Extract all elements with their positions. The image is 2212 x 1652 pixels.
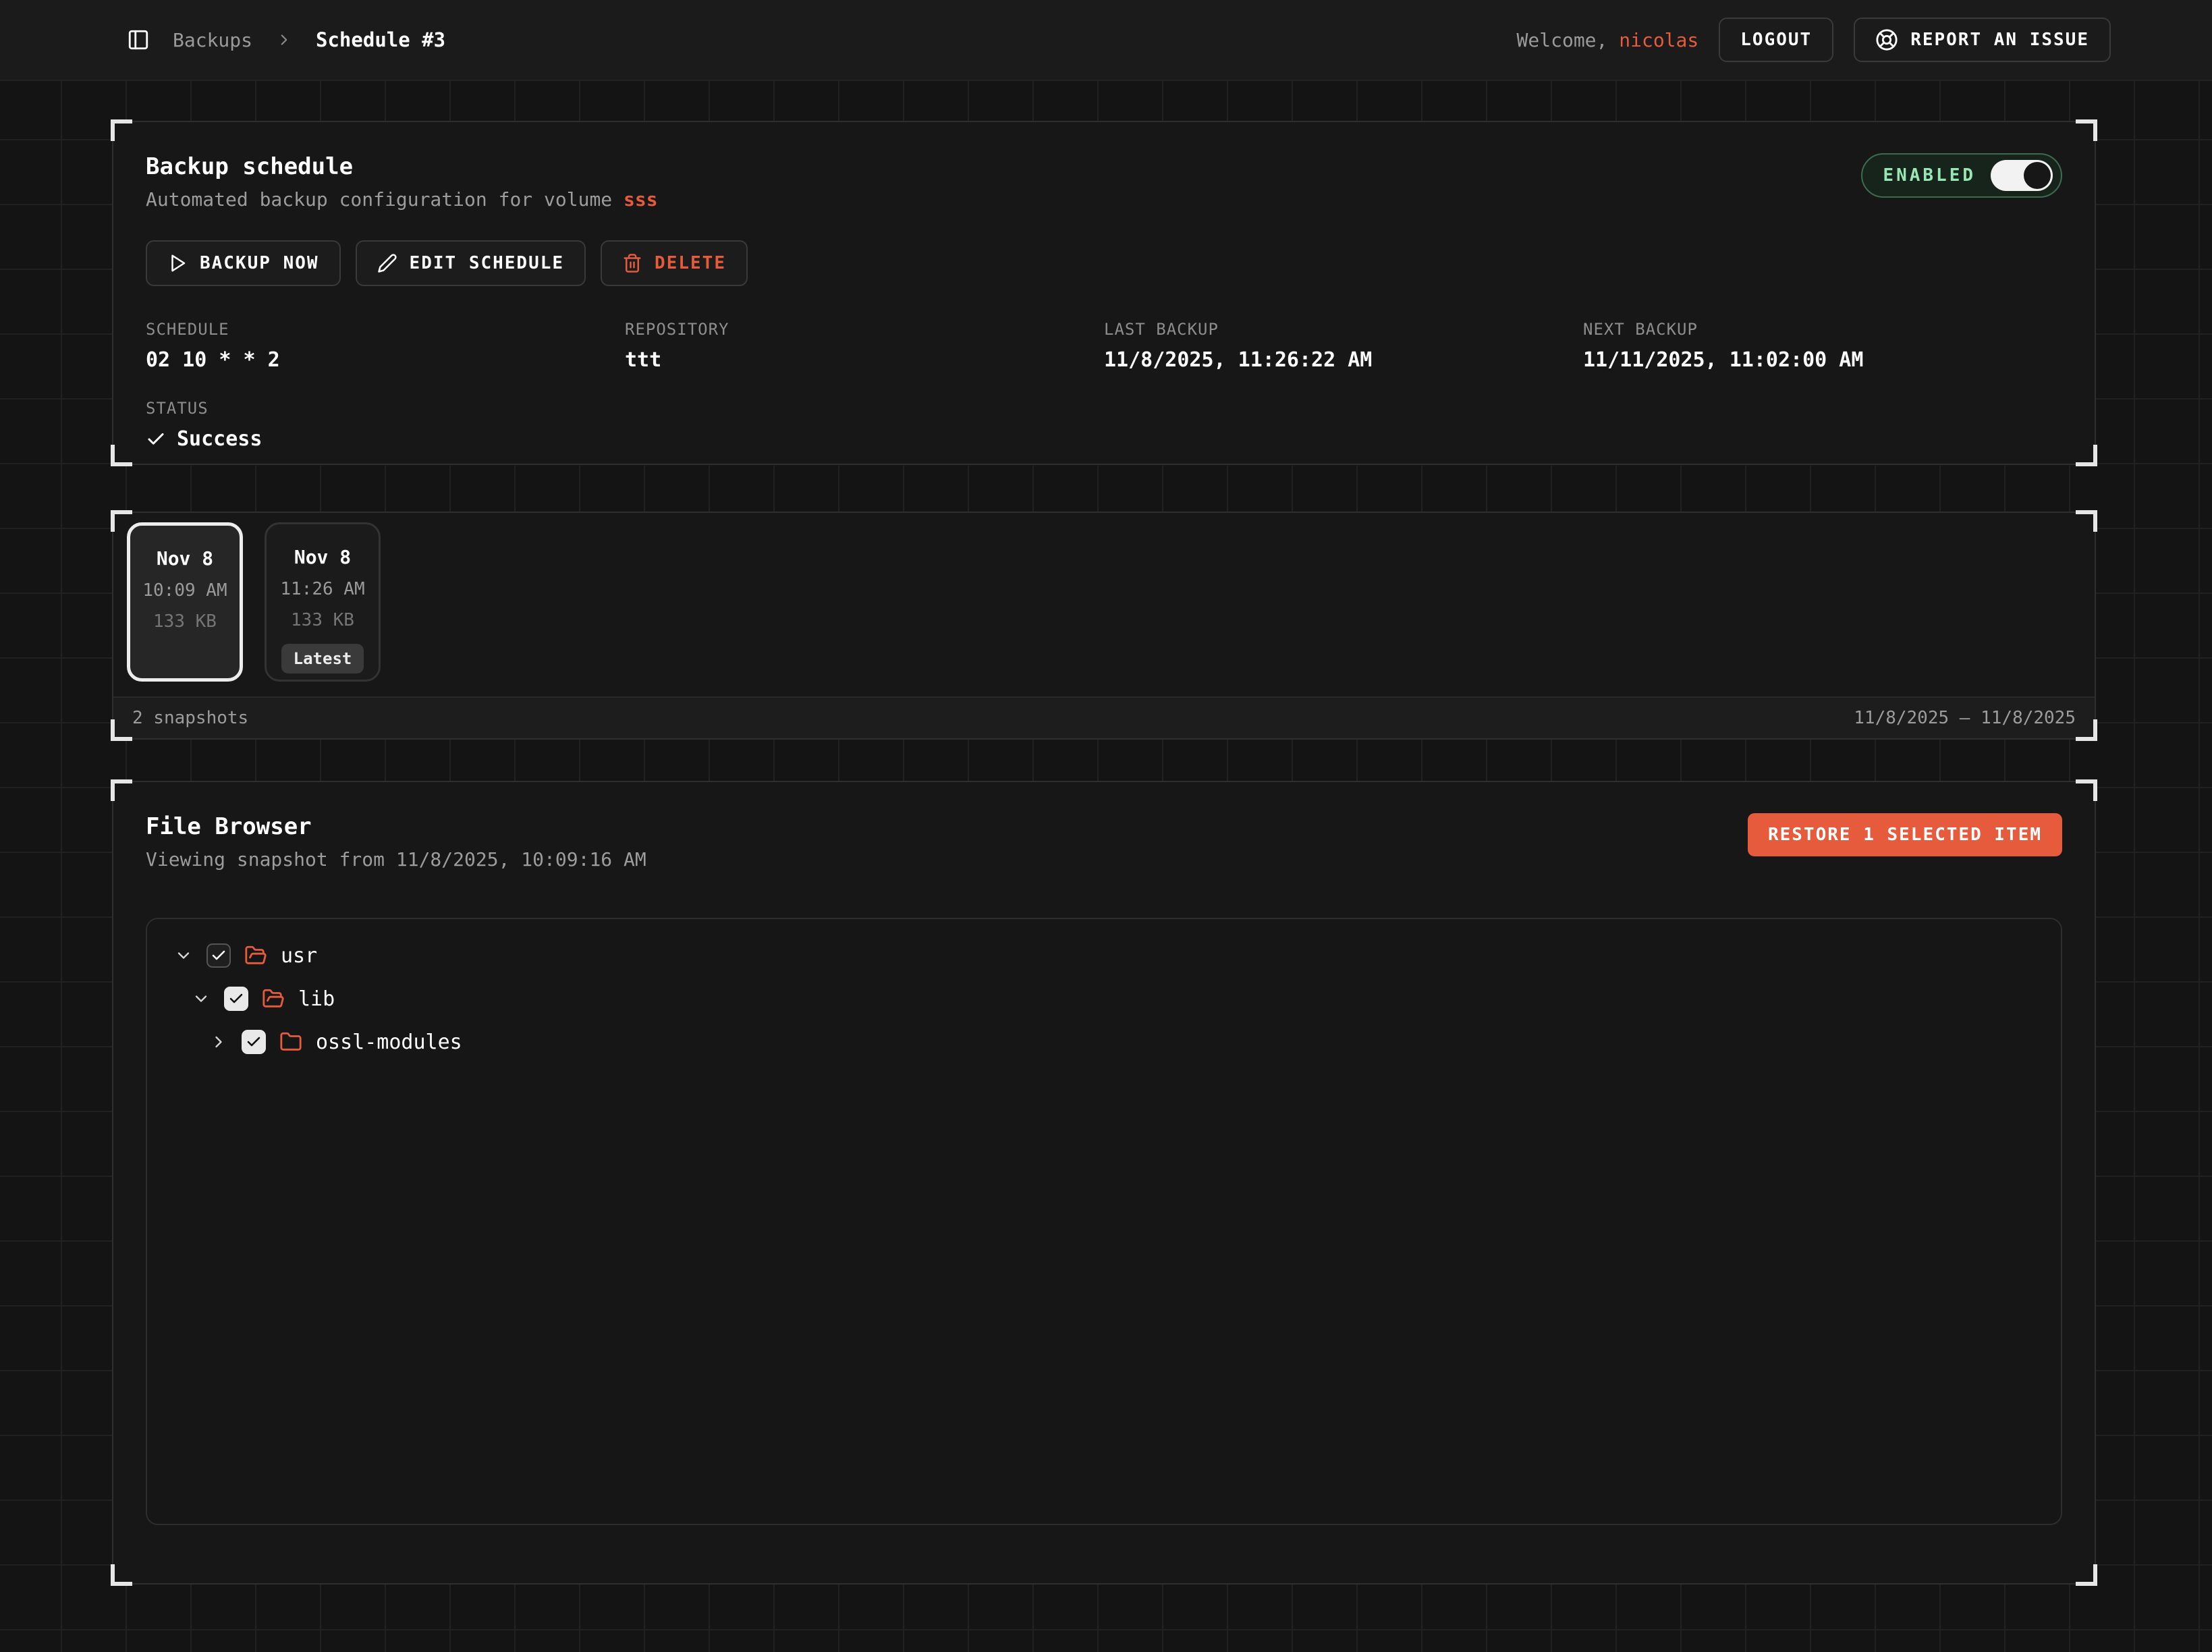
corner-bracket	[2076, 445, 2097, 466]
chevron-down-icon[interactable]	[174, 946, 193, 965]
checkbox-lib[interactable]	[224, 987, 248, 1011]
corner-bracket	[111, 779, 132, 801]
backup-now-button[interactable]: BACKUP NOW	[146, 240, 341, 286]
field-repository: REPOSITORY ttt	[625, 320, 1104, 372]
folder-open-icon	[244, 944, 267, 967]
volume-name: sss	[624, 188, 658, 211]
tree-row-ossl-modules[interactable]: ossl-modules	[147, 1020, 2061, 1064]
delete-button[interactable]: DELETE	[601, 240, 748, 286]
toggle-knob	[2024, 162, 2051, 189]
corner-bracket	[2076, 719, 2097, 741]
corner-bracket	[2076, 510, 2097, 532]
corner-bracket	[111, 445, 132, 466]
life-buoy-icon	[1875, 28, 1898, 51]
snapshot-count: 2 snapshots	[132, 708, 248, 728]
snapshot-tile[interactable]: Nov 8 11:26 AM 133 KB Latest	[265, 522, 381, 682]
logout-button[interactable]: LOGOUT	[1719, 18, 1833, 62]
file-tree-panel: usr lib	[146, 918, 2062, 1525]
report-issue-button[interactable]: REPORT AN ISSUE	[1854, 18, 2111, 62]
snapshot-tile[interactable]: Nov 8 10:09 AM 133 KB	[127, 522, 243, 682]
corner-bracket	[2076, 779, 2097, 801]
play-icon	[167, 253, 188, 273]
folder-icon	[279, 1030, 302, 1053]
enabled-toggle[interactable]: ENABLED	[1861, 153, 2062, 198]
field-last-backup: LAST BACKUP 11/8/2025, 11:26:22 AM	[1104, 320, 1583, 372]
card-title: Backup schedule	[146, 153, 2062, 180]
file-browser-card: File Browser Viewing snapshot from 11/8/…	[112, 781, 2096, 1585]
snapshot-date-range: 11/8/2025 – 11/8/2025	[1854, 708, 2076, 728]
edit-schedule-button[interactable]: EDIT SCHEDULE	[356, 240, 586, 286]
corner-bracket	[111, 1564, 132, 1586]
checkbox-usr[interactable]	[206, 943, 231, 968]
corner-bracket	[2076, 119, 2097, 141]
breadcrumb-page: Schedule #3	[316, 28, 445, 51]
status-label: STATUS	[146, 399, 2062, 418]
corner-bracket	[111, 510, 132, 532]
corner-bracket	[2076, 1564, 2097, 1586]
username: nicolas	[1619, 29, 1698, 51]
welcome-text: Welcome, nicolas	[1517, 29, 1699, 51]
folder-open-icon	[262, 987, 285, 1010]
main-content: Backup schedule Automated backup configu…	[0, 81, 2212, 1652]
corner-bracket	[111, 719, 132, 741]
file-browser-title: File Browser	[146, 813, 646, 840]
trash-icon	[622, 253, 642, 273]
snapshots-footer: 2 snapshots 11/8/2025 – 11/8/2025	[113, 696, 2095, 738]
chevron-down-icon[interactable]	[192, 989, 211, 1008]
pencil-icon	[377, 253, 397, 273]
sidebar-toggle-button[interactable]	[127, 28, 150, 51]
status-value: Success	[146, 427, 2062, 451]
field-next-backup: NEXT BACKUP 11/11/2025, 11:02:00 AM	[1583, 320, 2062, 372]
check-icon	[146, 429, 166, 449]
snapshots-card: Nov 8 10:09 AM 133 KB Nov 8 11:26 AM 133…	[112, 512, 2096, 740]
chevron-right-icon	[275, 31, 293, 49]
toggle-switch[interactable]	[1991, 160, 2053, 191]
latest-badge: Latest	[281, 644, 364, 673]
enabled-label: ENABLED	[1883, 165, 1976, 186]
corner-bracket	[111, 119, 132, 141]
field-schedule: SCHEDULE 02 10 * * 2	[146, 320, 625, 372]
file-browser-subtitle: Viewing snapshot from 11/8/2025, 10:09:1…	[146, 848, 646, 871]
panel-left-icon	[127, 28, 150, 51]
checkbox-ossl-modules[interactable]	[242, 1030, 266, 1054]
chevron-right-icon[interactable]	[209, 1032, 228, 1051]
tree-row-usr[interactable]: usr	[147, 934, 2061, 977]
schedule-fields: SCHEDULE 02 10 * * 2 REPOSITORY ttt LAST…	[146, 320, 2062, 372]
topbar: Backups Schedule #3 Welcome, nicolas LOG…	[0, 0, 2212, 81]
breadcrumb: Backups Schedule #3	[127, 28, 445, 51]
snapshot-list: Nov 8 10:09 AM 133 KB Nov 8 11:26 AM 133…	[113, 513, 2095, 696]
tree-row-lib[interactable]: lib	[147, 977, 2061, 1020]
card-subtitle: Automated backup configuration for volum…	[146, 188, 2062, 211]
restore-button[interactable]: RESTORE 1 SELECTED ITEM	[1748, 813, 2062, 856]
status-block: STATUS Success	[146, 399, 2062, 451]
breadcrumb-section[interactable]: Backups	[173, 29, 252, 51]
backup-schedule-card: Backup schedule Automated backup configu…	[112, 121, 2096, 465]
